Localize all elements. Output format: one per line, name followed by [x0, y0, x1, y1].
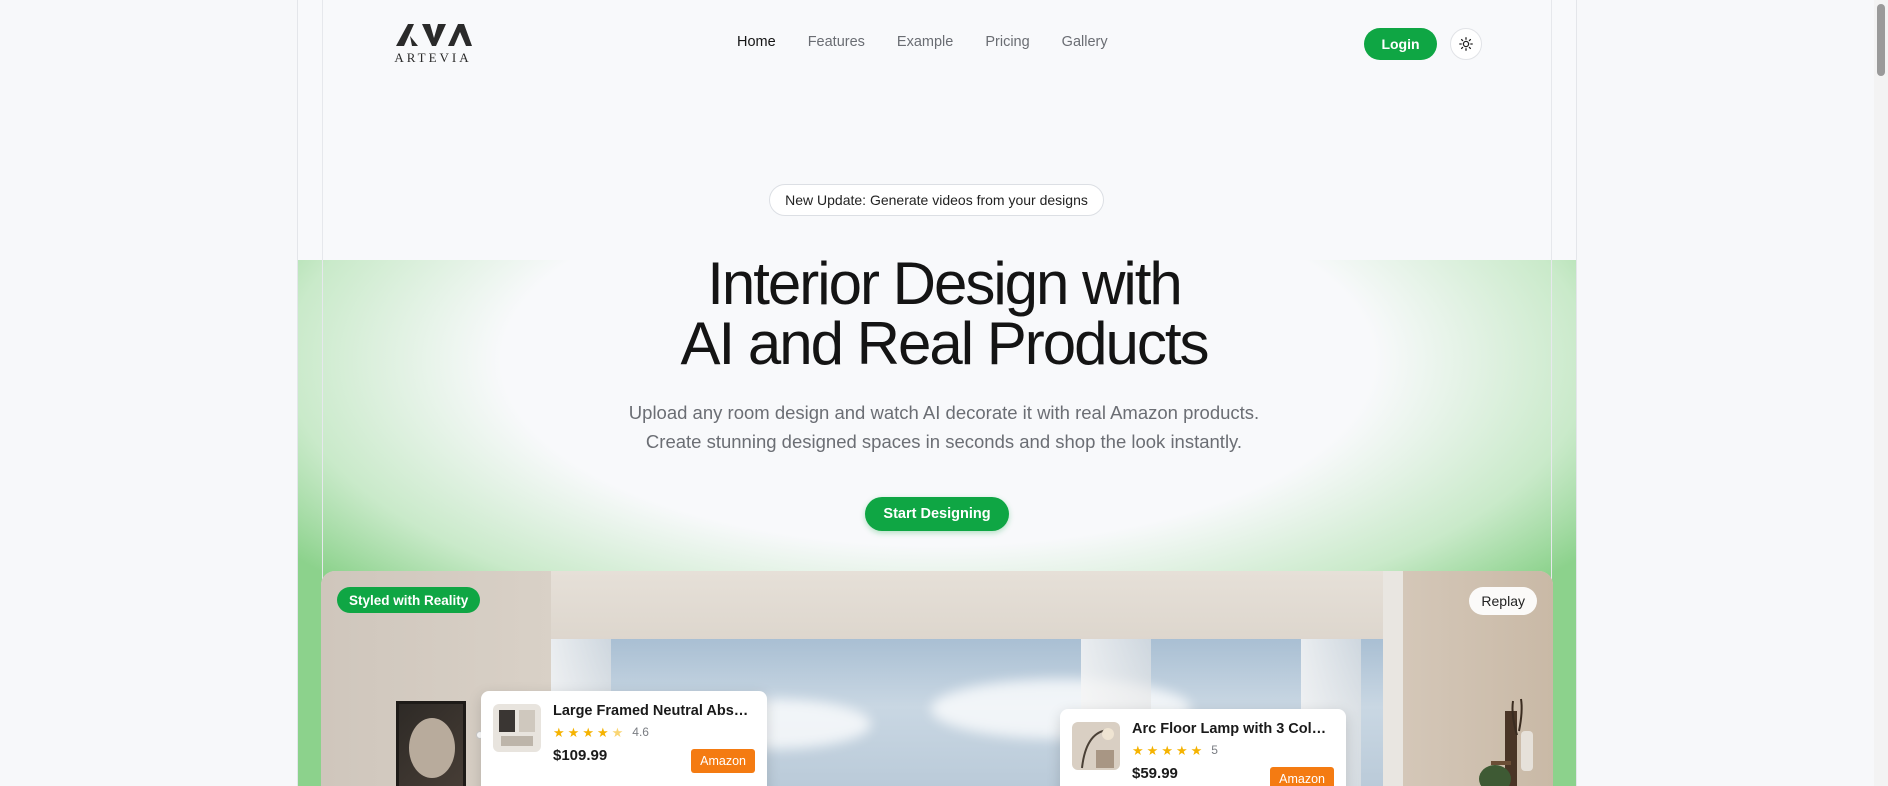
star-icon: ★: [582, 724, 594, 740]
star-icon: ★: [596, 724, 609, 740]
page-scrollbar[interactable]: [1874, 0, 1888, 786]
product-title: Arc Floor Lamp with 3 Color ...: [1132, 721, 1332, 737]
star-icon: ★: [1190, 742, 1203, 758]
start-designing-button[interactable]: Start Designing: [865, 497, 1009, 531]
product-thumbnail: [493, 704, 541, 752]
subtitle-line-1: Upload any room design and watch AI deco…: [628, 402, 1260, 423]
nav-features[interactable]: Features: [808, 34, 865, 50]
replay-button[interactable]: Replay: [1469, 587, 1537, 615]
window-frame: [1383, 571, 1403, 786]
star-icon: ★: [1175, 742, 1188, 758]
rating-value: 4.6: [632, 725, 649, 739]
headline-line-2: AI and Real Products: [680, 310, 1210, 377]
hero-headline: Interior Design with AI and Real Product…: [594, 254, 1294, 374]
star-icon: ★: [1132, 742, 1144, 758]
rating-value: 5: [1211, 743, 1218, 757]
room-showcase: Styled with Reality Replay Large Framed …: [321, 571, 1553, 786]
half-star-icon: ★: [611, 724, 624, 740]
amazon-button[interactable]: Amazon: [691, 749, 755, 773]
site-header: ARTEVIA Home Features Example Pricing Ga…: [0, 0, 1888, 88]
plant-shelf-image: [1479, 698, 1533, 786]
main-nav: Home Features Example Pricing Gallery: [737, 34, 1108, 50]
nav-home[interactable]: Home: [737, 34, 776, 50]
amazon-button[interactable]: Amazon: [1270, 767, 1334, 786]
logo-mark-icon: [396, 24, 472, 46]
brand-name: ARTEVIA: [394, 50, 472, 65]
product-card[interactable]: Arc Floor Lamp with 3 Color ... ★ ★ ★ ★ …: [1060, 709, 1346, 786]
star-icon: ★: [1161, 742, 1173, 758]
nav-example[interactable]: Example: [897, 34, 953, 50]
rating-stars: ★ ★ ★ ★ ★ 4.6: [553, 725, 649, 739]
scrollbar-thumb[interactable]: [1877, 4, 1885, 76]
nav-gallery[interactable]: Gallery: [1062, 34, 1108, 50]
styled-with-reality-tag: Styled with Reality: [337, 587, 481, 613]
sun-icon: [1459, 37, 1473, 51]
login-button[interactable]: Login: [1364, 28, 1437, 60]
brand-logo[interactable]: ARTEVIA: [392, 22, 474, 66]
nav-pricing[interactable]: Pricing: [985, 34, 1029, 50]
headline-line-1: Interior Design with: [707, 250, 1183, 317]
product-price: $109.99: [553, 747, 608, 764]
star-icon: ★: [567, 724, 580, 740]
product-title: Large Framed Neutral Abstr...: [553, 703, 753, 719]
product-card[interactable]: Large Framed Neutral Abstr... ★ ★ ★ ★ ★ …: [481, 691, 767, 786]
room-ceiling: [551, 571, 1411, 641]
wall-artwork: [396, 701, 466, 786]
update-badge[interactable]: New Update: Generate videos from your de…: [769, 184, 1104, 216]
product-price: $59.99: [1132, 765, 1178, 782]
star-icon: ★: [1146, 742, 1159, 758]
rating-stars: ★ ★ ★ ★ ★ 5: [1132, 743, 1218, 757]
star-icon: ★: [553, 724, 565, 740]
product-thumbnail: [1072, 722, 1120, 770]
theme-toggle-button[interactable]: [1450, 28, 1482, 60]
subtitle-line-2: Create stunning designed spaces in secon…: [645, 431, 1243, 452]
hero-subtitle: Upload any room design and watch AI deco…: [594, 398, 1294, 456]
